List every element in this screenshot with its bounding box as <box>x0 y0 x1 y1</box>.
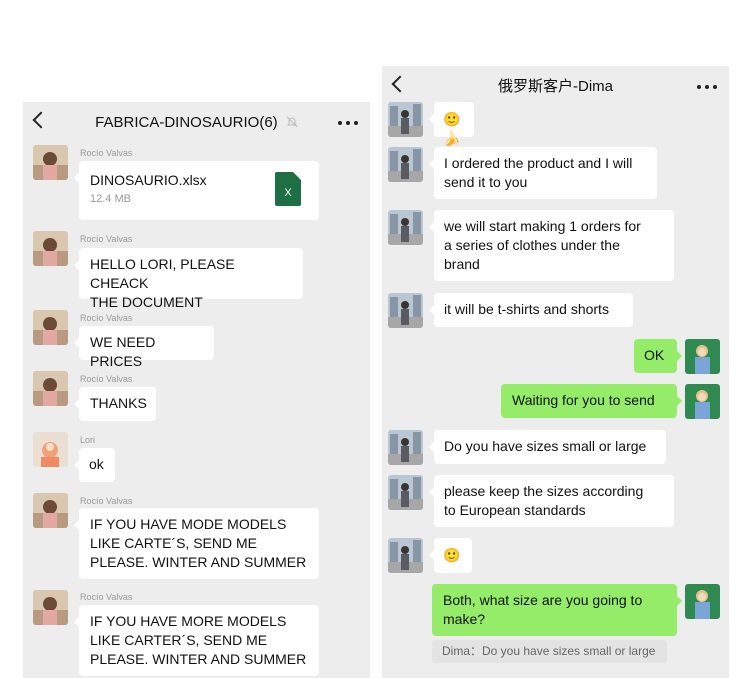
more-dots-icon[interactable] <box>338 121 360 125</box>
mute-bell-icon <box>286 116 298 128</box>
quoted-message[interactable]: Dima：Do you have sizes small or large <box>432 640 667 663</box>
chat-title: FABRICA-DINOSAURIO(6) <box>63 102 330 144</box>
message-bubble[interactable]: 🙂🍌 <box>429 102 474 146</box>
message-bubble[interactable]: Waiting for you to send <box>501 384 682 418</box>
message-bubble[interactable]: IF YOU HAVE MODE MODELS LIKE CARTE´S, SE… <box>74 508 319 579</box>
message-text: Waiting for you to send <box>512 392 655 408</box>
message-bubble[interactable]: please keep the sizes according to Europ… <box>429 475 674 527</box>
sender-name: Lori <box>80 435 96 445</box>
file-message[interactable]: DINOSAURIO.xlsx 12.4 MB X <box>74 161 319 220</box>
sender-name: Rocío Valvas <box>80 148 133 158</box>
avatar[interactable] <box>33 231 68 266</box>
back-arrow-icon[interactable] <box>32 111 50 129</box>
message-bubble[interactable]: IF YOU HAVE MORE MODELS LIKE CARTER´S, S… <box>74 605 319 676</box>
message-bubble[interactable]: ok <box>74 448 115 482</box>
sender-name: Rocío Valvas <box>80 313 133 323</box>
avatar[interactable] <box>685 384 720 419</box>
chat-title-text: 俄罗斯客户-Dima <box>498 78 613 95</box>
message-text: Both, what size are you going to make? <box>443 592 643 627</box>
chat-header: FABRICA-DINOSAURIO(6) <box>23 102 370 144</box>
message-text: we will start making 1 orders for a seri… <box>444 218 641 272</box>
sender-name: Rocío Valvas <box>80 496 133 506</box>
avatar[interactable] <box>33 145 68 180</box>
message-bubble[interactable]: I ordered the product and I will send it… <box>429 147 657 199</box>
avatar[interactable] <box>33 590 68 625</box>
message-text: ok <box>89 456 104 472</box>
message-text: Do you have sizes small or large <box>444 438 647 454</box>
back-arrow-icon[interactable] <box>391 75 409 93</box>
private-chat-panel: 俄罗斯客户-Dima 🙂🍌 I ordered the product and … <box>382 66 729 678</box>
avatar[interactable] <box>33 310 68 345</box>
message-bubble[interactable]: we will start making 1 orders for a seri… <box>429 210 674 281</box>
message-text: 🙂 <box>443 547 461 563</box>
avatar[interactable] <box>388 475 423 510</box>
message-text: it will be t-shirts and shorts <box>444 301 609 317</box>
avatar[interactable] <box>388 430 423 465</box>
sender-name: Rocío Valvas <box>80 234 133 244</box>
message-text: IF YOU HAVE MODE MODELS LIKE CARTE´S, SE… <box>90 516 307 570</box>
message-text: HELLO LORI, PLEASE CHEACK THE DOCUMENT <box>90 256 235 310</box>
message-text: I ordered the product and I will send it… <box>444 155 633 190</box>
message-text: IF YOU HAVE MORE MODELS LIKE CARTER´S, S… <box>90 613 307 667</box>
sender-name: Rocío Valvas <box>80 374 133 384</box>
avatar[interactable] <box>33 371 68 406</box>
message-bubble[interactable]: 🙂 <box>429 538 472 573</box>
avatar[interactable] <box>33 432 68 467</box>
message-text: 🙂🍌 <box>443 111 461 146</box>
avatar[interactable] <box>388 210 423 245</box>
chat-title-text: FABRICA-DINOSAURIO(6) <box>95 114 278 131</box>
message-bubble[interactable]: OK <box>634 339 682 373</box>
message-text: OK <box>644 347 665 363</box>
message-text: WE NEED PRICES <box>90 334 156 369</box>
avatar[interactable] <box>685 339 720 374</box>
avatar[interactable] <box>388 293 423 328</box>
group-chat-panel: FABRICA-DINOSAURIO(6) Rocío Valvas DINOS… <box>23 102 370 678</box>
message-bubble[interactable]: it will be t-shirts and shorts <box>429 293 633 327</box>
sender-name: Rocío Valvas <box>80 592 133 602</box>
avatar[interactable] <box>388 538 423 573</box>
excel-file-icon: X <box>275 172 301 206</box>
message-bubble[interactable]: THANKS <box>74 387 156 421</box>
message-text: please keep the sizes according to Europ… <box>444 483 644 518</box>
file-size: 12.4 MB <box>90 193 131 205</box>
avatar[interactable] <box>388 147 423 182</box>
chat-header: 俄罗斯客户-Dima <box>382 66 729 108</box>
file-name: DINOSAURIO.xlsx <box>90 172 207 188</box>
message-bubble[interactable]: Both, what size are you going to make? <box>432 584 682 636</box>
avatar[interactable] <box>685 584 720 619</box>
more-dots-icon[interactable] <box>697 85 719 89</box>
message-bubble[interactable]: WE NEED PRICES <box>74 326 214 369</box>
avatar[interactable] <box>388 102 423 137</box>
message-bubble[interactable]: HELLO LORI, PLEASE CHEACK THE DOCUMENT <box>74 248 303 310</box>
message-text: THANKS <box>90 395 147 411</box>
avatar[interactable] <box>33 493 68 528</box>
message-bubble[interactable]: Do you have sizes small or large <box>429 430 666 464</box>
